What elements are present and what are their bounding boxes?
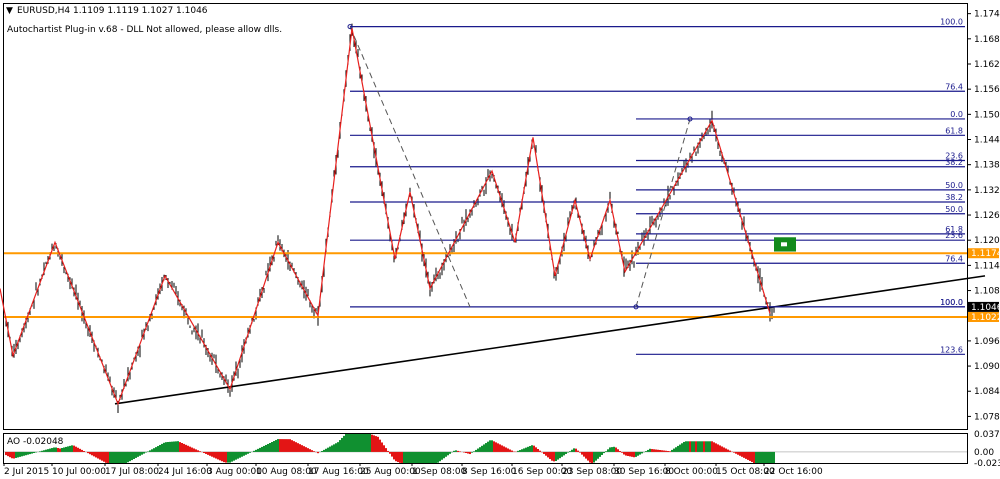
x-tick-label: 1 Sep 08:00 — [412, 467, 467, 477]
fib-label: 76.4 — [945, 254, 963, 263]
fib-label: 123.6 — [940, 345, 963, 354]
fib-label: 38.2 — [945, 193, 963, 202]
fib-label: 100.0 — [940, 18, 963, 27]
fib-label: 50.0 — [945, 181, 963, 190]
x-tick-label: 3 Aug 00:00 — [207, 467, 262, 477]
y-tick-label: 1.0785 — [974, 412, 1000, 422]
y-tick-label: 1.1445 — [974, 136, 1000, 146]
fib-label: 0.0 — [950, 110, 963, 119]
price-chart[interactable]: 100.076.40.061.823.638.250.038.250.061.8… — [0, 0, 1000, 479]
x-tick-label: 8 Sep 16:00 — [462, 467, 517, 477]
y-tick-label: 1.1505 — [974, 110, 1000, 120]
price-tag-label: 1.1022 — [971, 313, 1000, 323]
symbol-header: EURUSD,H4 1.1109 1.1119 1.1027 1.1046 — [17, 6, 208, 16]
fib-label: 23.6 — [945, 231, 963, 240]
y-tick-label: 1.1085 — [974, 287, 1000, 297]
ao-tick-label: 0.00 — [974, 448, 994, 458]
y-tick-label: 1.0905 — [974, 362, 1000, 372]
ao-tick-label: 0.03766 — [974, 430, 1000, 440]
fib-label: 50.0 — [945, 205, 963, 214]
plugin-note: Autochartist Plug-in v.68 - DLL Not allo… — [7, 25, 282, 35]
fib-label: 61.8 — [945, 126, 963, 135]
y-tick-label: 1.1385 — [974, 161, 1000, 171]
x-tick-label: 2 Jul 2015 — [4, 467, 49, 477]
x-tick-label: 17 Jul 08:00 — [105, 467, 159, 477]
x-tick-label: 10 Jul 00:00 — [52, 467, 106, 477]
fib-label: 76.4 — [945, 82, 963, 91]
price-tag-label: 1.1046 — [971, 303, 1000, 313]
ao-label: AO -0.02048 — [7, 437, 64, 447]
y-tick-label: 1.0845 — [974, 387, 1000, 397]
dropdown-triangle-icon[interactable]: ▼ — [6, 6, 13, 16]
y-tick-label: 1.1205 — [974, 236, 1000, 246]
fib-label: 38.2 — [945, 158, 963, 167]
y-tick-label: 1.1625 — [974, 60, 1000, 70]
x-tick-label: 8 Oct 00:00 — [665, 467, 718, 477]
x-tick-label: 22 Oct 16:00 — [764, 467, 823, 477]
pattern-marker — [774, 237, 796, 252]
y-tick-label: 1.0965 — [974, 337, 1000, 347]
y-tick-label: 1.1685 — [974, 35, 1000, 45]
y-tick-label: 1.1145 — [974, 261, 1000, 271]
y-tick-label: 1.1565 — [974, 85, 1000, 95]
y-tick-label: 1.1325 — [974, 186, 1000, 196]
y-tick-label: 1.1745 — [974, 10, 1000, 20]
pattern-box-dot — [781, 242, 787, 247]
ao-tick-label: -0.02325 — [974, 459, 1000, 469]
y-tick-label: 1.1265 — [974, 211, 1000, 221]
price-tag-label: 1.1174 — [971, 249, 1000, 259]
fib-label: 100.0 — [940, 298, 963, 307]
x-tick-label: 24 Jul 16:00 — [158, 467, 212, 477]
